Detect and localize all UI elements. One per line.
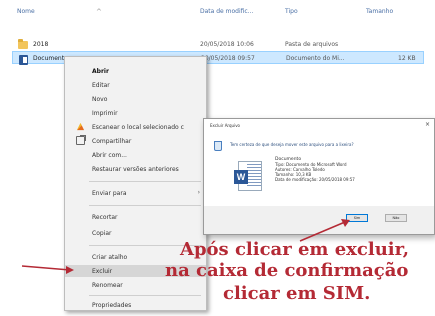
- arrow-to-excluir: [21, 265, 74, 274]
- annotation-line-3: clicar em SIM.: [223, 283, 371, 304]
- annotation-line-1: Após clicar em excluir,: [180, 239, 410, 260]
- annotation-line-2: na caixa de confirmação: [165, 260, 409, 281]
- arrow-to-yes-button: [299, 219, 350, 242]
